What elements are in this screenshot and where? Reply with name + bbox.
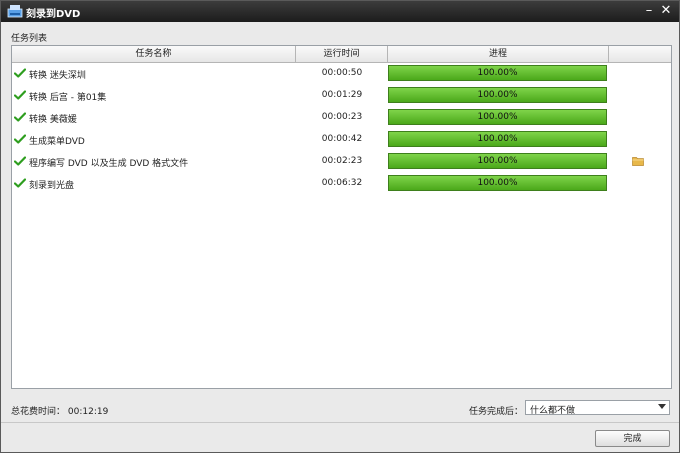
column-header-runtime[interactable]: 运行时间 <box>296 46 388 62</box>
check-icon <box>13 155 27 167</box>
task-progress-bar: 100.00% <box>388 153 607 169</box>
task-runtime: 00:02:23 <box>321 156 363 166</box>
task-name: 程序编写 DVD 以及生成 DVD 格式文件 <box>29 159 189 169</box>
task-runtime: 00:01:29 <box>321 90 363 100</box>
column-header-action <box>609 46 671 62</box>
finish-button[interactable]: 完成 <box>595 430 670 447</box>
progress-text: 100.00% <box>477 156 518 166</box>
total-time: 总花费时间： 00:12:19 <box>11 404 108 417</box>
window-title: 刻录到DVD <box>26 9 81 20</box>
task-runtime: 00:00:23 <box>321 112 363 122</box>
task-name: 生成菜单DVD <box>29 137 85 147</box>
table-row[interactable]: 程序编写 DVD 以及生成 DVD 格式文件 00:02:23 100.00% <box>12 151 671 173</box>
task-name: 刻录到光盘 <box>29 181 75 191</box>
task-name: 转换 迷失深圳 <box>29 71 86 81</box>
task-runtime: 00:06:32 <box>321 178 363 188</box>
task-runtime: 00:00:42 <box>321 134 363 144</box>
task-name: 转换 后宫 - 第01集 <box>29 93 107 103</box>
task-progress-bar: 100.00% <box>388 175 607 191</box>
close-icon[interactable]: ✕ <box>658 3 674 19</box>
progress-text: 100.00% <box>477 178 518 188</box>
title-bar: 刻录到DVD – ✕ <box>1 1 679 22</box>
task-runtime: 00:00:50 <box>321 68 363 78</box>
check-icon <box>13 67 27 79</box>
footer-divider <box>1 422 679 423</box>
column-header-progress[interactable]: 进程 <box>388 46 609 62</box>
table-row[interactable]: 转换 后宫 - 第01集 00:01:29 100.00% <box>12 85 671 107</box>
folder-icon[interactable] <box>632 156 644 166</box>
task-table: 任务名称 运行时间 进程 转换 迷失深圳 00:00:50 100.00% 转换 后宫… <box>11 45 672 389</box>
progress-text: 100.00% <box>477 68 518 78</box>
progress-text: 100.00% <box>477 112 518 122</box>
column-header-name[interactable]: 任务名称 <box>12 46 296 62</box>
chevron-down-icon[interactable] <box>658 404 666 409</box>
check-icon <box>13 111 27 123</box>
dvd-burn-window: 刻录到DVD – ✕ 任务列表 任务名称 运行时间 进程 转换 迷失深圳 00:0… <box>0 0 680 453</box>
table-row[interactable]: 刻录到光盘 00:06:32 100.00% <box>12 173 671 195</box>
minimize-icon[interactable]: – <box>641 3 657 19</box>
table-row[interactable]: 生成菜单DVD 00:00:42 100.00% <box>12 129 671 151</box>
dvd-burner-icon <box>7 5 23 18</box>
task-progress-bar: 100.00% <box>388 131 607 147</box>
after-complete-select[interactable]: 什么都不做 <box>525 400 670 416</box>
table-row[interactable]: 转换 美薇媛 00:00:23 100.00% <box>12 107 671 129</box>
task-name: 转换 美薇媛 <box>29 115 77 125</box>
task-list-label: 任务列表 <box>11 34 48 44</box>
check-icon <box>13 177 27 189</box>
progress-text: 100.00% <box>477 90 518 100</box>
task-progress-bar: 100.00% <box>388 65 607 81</box>
progress-text: 100.00% <box>477 134 518 144</box>
check-icon <box>13 133 27 145</box>
total-time-value: 00:12:19 <box>67 407 109 417</box>
total-time-label: 总花费时间： <box>11 407 66 417</box>
check-icon <box>13 89 27 101</box>
after-complete-label: 任务完成后： <box>469 407 524 417</box>
table-row[interactable]: 转换 迷失深圳 00:00:50 100.00% <box>12 63 671 85</box>
after-complete-value: 什么都不做 <box>530 406 576 416</box>
table-header: 任务名称 运行时间 进程 <box>12 46 671 63</box>
task-progress-bar: 100.00% <box>388 109 607 125</box>
task-progress-bar: 100.00% <box>388 87 607 103</box>
